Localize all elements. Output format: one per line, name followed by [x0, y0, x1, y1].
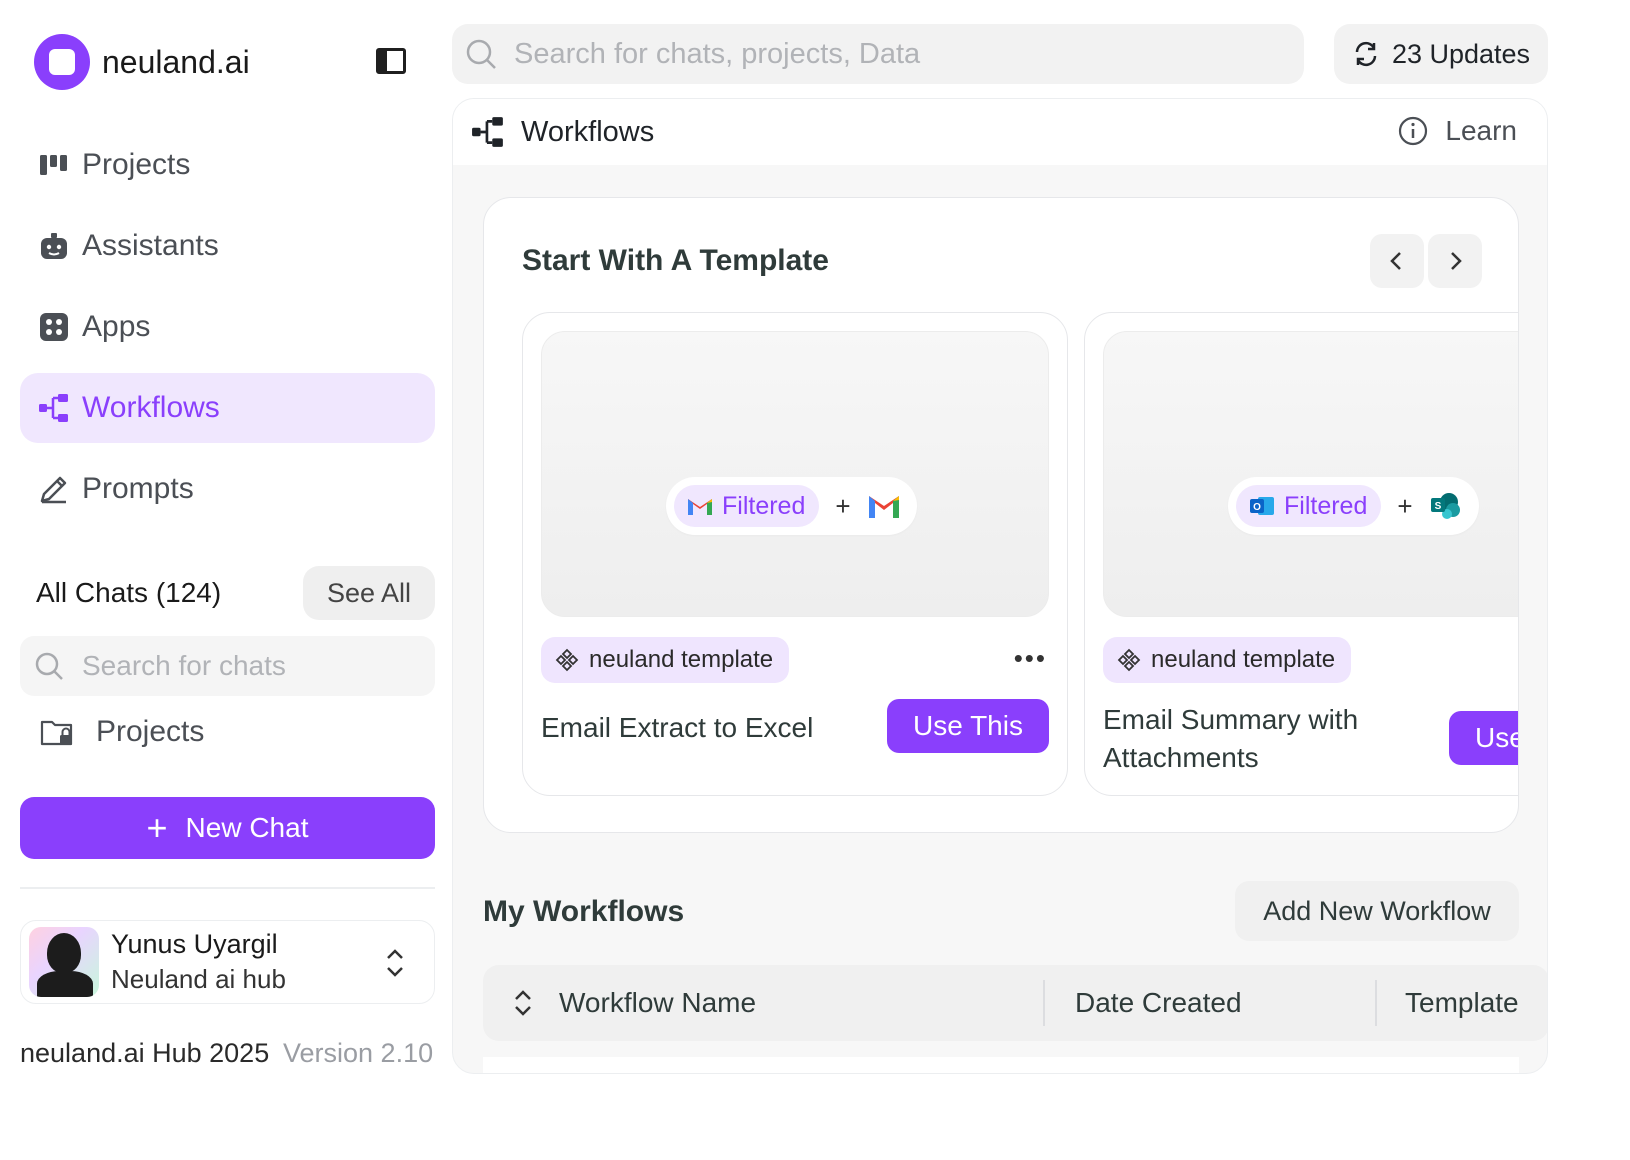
svg-text:S: S	[1434, 501, 1441, 512]
logo[interactable]: neuland.ai	[34, 34, 250, 90]
version-text: Version 2.10	[283, 1038, 434, 1068]
template-section-title: Start With A Template	[522, 244, 829, 277]
folder-lock-icon	[40, 720, 73, 746]
info-icon	[1399, 116, 1428, 146]
user-org: Neuland ai hub	[111, 964, 286, 994]
column-header-template[interactable]: Template	[1377, 987, 1519, 1019]
template-name: Email Summary with Attachments	[1103, 704, 1359, 773]
refresh-icon	[1355, 41, 1377, 67]
sort-icon[interactable]	[511, 988, 535, 1018]
footer-text: neuland.ai Hub 2025	[20, 1038, 270, 1068]
template-tag-label: neuland template	[1151, 646, 1336, 673]
chevron-up-down-icon	[387, 949, 403, 977]
chat-search-input[interactable]: Search for chats	[20, 636, 435, 696]
logo-icon	[34, 34, 90, 90]
template-section: Start With A Template Filtered + neuland…	[483, 197, 1519, 833]
sidebar-item-assistants[interactable]: Assistants	[20, 211, 435, 281]
avatar	[29, 927, 99, 997]
component-icon	[555, 648, 579, 672]
divider	[20, 887, 435, 889]
add-new-workflow-button[interactable]: Add New Workflow	[1235, 881, 1519, 941]
workflows-table-body	[483, 1057, 1519, 1073]
svg-text:O: O	[1253, 502, 1261, 513]
template-tag-label: neuland template	[589, 646, 774, 673]
carousel-next-button[interactable]	[1428, 234, 1482, 288]
sidebar-item-label: Prompts	[82, 472, 194, 505]
plus-icon: +	[146, 807, 168, 848]
filter-pill: O Filtered	[1236, 485, 1382, 527]
new-chat-label: New Chat	[185, 812, 309, 843]
integration-pills: Filtered +	[666, 477, 917, 535]
my-workflows-title: My Workflows	[483, 895, 685, 928]
filter-pill: Filtered	[674, 485, 820, 527]
all-chats-title: All Chats (124)	[36, 577, 222, 608]
global-search-placeholder: Search for chats, projects, Data	[514, 37, 921, 70]
updates-label: 23 Updates	[1391, 38, 1531, 69]
search-icon	[35, 652, 63, 680]
main-panel: Workflows Learn Start With A Template Fi…	[452, 98, 1548, 1074]
use-template-button[interactable]: Use This	[887, 699, 1049, 753]
gmail-icon	[868, 496, 899, 518]
workflow-icon	[38, 392, 70, 424]
projects-icon	[38, 149, 70, 181]
user-switcher[interactable]: Yunus Uyargil Neuland ai hub	[20, 920, 435, 1004]
projects-folder-label: Projects	[96, 715, 205, 748]
global-search-input[interactable]: Search for chats, projects, Data	[452, 24, 1304, 84]
integration-pills: O Filtered + S	[1228, 477, 1479, 535]
workflow-icon	[472, 117, 503, 147]
sidebar-item-projects[interactable]: Projects	[20, 130, 435, 200]
page-header: Workflows Learn	[453, 99, 1547, 165]
sidebar-item-prompts[interactable]: Prompts	[20, 454, 435, 524]
chats-header: All Chats (124) See All	[36, 566, 435, 620]
column-header-date-created[interactable]: Date Created	[1045, 987, 1375, 1019]
search-icon	[466, 39, 496, 69]
more-options-icon[interactable]: •••	[1014, 643, 1047, 674]
user-name: Yunus Uyargil	[111, 929, 278, 959]
brand-name: neuland.ai	[102, 43, 250, 80]
sidebar-item-label: Assistants	[82, 229, 219, 262]
sidebar-nav: Projects Assistants Apps Workflows Promp…	[20, 130, 435, 535]
new-chat-button[interactable]: + New Chat	[20, 797, 435, 859]
chevron-right-icon	[1451, 252, 1462, 270]
template-card[interactable]: O Filtered + S neuland template Email Su…	[1084, 312, 1518, 796]
chevron-left-icon	[1390, 252, 1401, 270]
use-template-button[interactable]: Use This	[1449, 711, 1518, 765]
sidebar-toggle-icon[interactable]	[376, 48, 406, 74]
sidebar-item-label: Workflows	[82, 391, 220, 424]
plus-icon: +	[1397, 490, 1413, 521]
user-info: Yunus Uyargil Neuland ai hub	[111, 929, 286, 995]
apps-icon	[38, 311, 70, 343]
gmail-icon	[688, 499, 712, 515]
learn-label: Learn	[1445, 115, 1517, 146]
updates-button[interactable]: 23 Updates	[1334, 24, 1548, 84]
outlook-icon: O	[1250, 497, 1274, 515]
sidebar-item-apps[interactable]: Apps	[20, 292, 435, 362]
plus-icon: +	[835, 490, 851, 521]
template-preview: O Filtered + S	[1103, 331, 1518, 617]
page-title: Workflows	[521, 115, 655, 148]
projects-folder[interactable]: Projects	[40, 714, 204, 750]
learn-button[interactable]: Learn	[1397, 115, 1517, 147]
column-header-workflow-name[interactable]: Workflow Name	[559, 987, 1043, 1019]
sidebar-item-workflows[interactable]: Workflows	[20, 373, 435, 443]
sidebar-item-label: Apps	[82, 310, 151, 343]
chat-search-placeholder: Search for chats	[82, 650, 286, 681]
template-preview: Filtered +	[541, 331, 1049, 617]
assistant-icon	[38, 230, 70, 262]
component-icon	[1117, 648, 1141, 672]
sharepoint-icon: S	[1430, 493, 1460, 519]
sidebar: neuland.ai Projects Assistants Apps Work…	[0, 0, 452, 1160]
workflows-table-header: Workflow Name Date Created Template	[483, 965, 1547, 1041]
see-all-button[interactable]: See All	[302, 566, 435, 620]
template-tag: neuland template	[1103, 637, 1352, 683]
filter-label: Filtered	[1284, 491, 1368, 520]
template-tag: neuland template	[541, 637, 790, 683]
template-card[interactable]: Filtered + neuland template ••• Email Ex…	[522, 312, 1068, 796]
pencil-icon	[38, 473, 70, 505]
filter-label: Filtered	[722, 491, 806, 520]
sidebar-item-label: Projects	[82, 148, 191, 181]
template-name: Email Extract to Excel	[541, 712, 814, 743]
carousel-prev-button[interactable]	[1370, 234, 1424, 288]
